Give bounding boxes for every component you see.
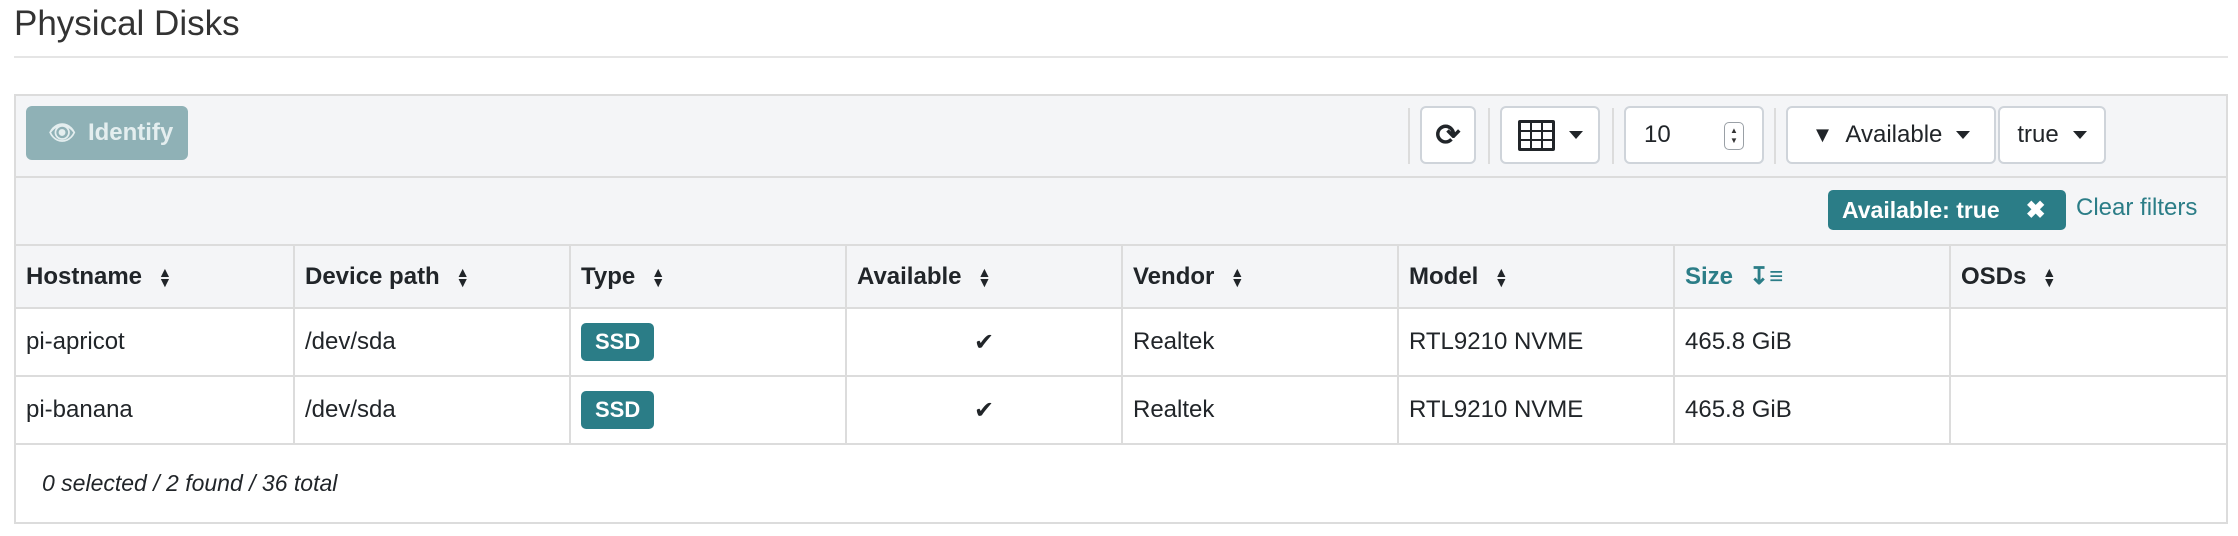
- column-label: Size: [1685, 263, 1734, 290]
- sort-icon: ▲ ▼: [158, 264, 172, 291]
- column-label: Model: [1409, 262, 1479, 290]
- sort-icon: ▲ ▼: [651, 264, 666, 291]
- columns-dropdown-button[interactable]: [1500, 106, 1600, 164]
- table-columns-icon: [1517, 119, 1555, 151]
- toolbar-divider: [1612, 108, 1614, 164]
- column-header-size[interactable]: Size ↧≡: [1674, 246, 1951, 309]
- column-header-model[interactable]: Model ▲ ▼: [1398, 246, 1675, 309]
- filter-icon: ▼: [1811, 122, 1834, 147]
- column-label: Available: [857, 262, 962, 290]
- page-size-value: 10: [1644, 121, 1671, 148]
- identify-label: Identify: [87, 119, 174, 146]
- cell-device-path: /dev/sda: [294, 308, 571, 377]
- chevron-down-icon: [2072, 131, 2087, 139]
- cell-osds: [1950, 308, 2226, 377]
- check-icon: ✔: [973, 396, 995, 424]
- column-header-available[interactable]: Available ▲ ▼: [846, 246, 1123, 309]
- column-header-hostname[interactable]: Hostname ▲ ▼: [16, 246, 295, 309]
- filter-value-label: true: [2017, 121, 2059, 148]
- cell-model: RTL9210 NVME: [1398, 308, 1675, 377]
- filter-column-label: Available: [1845, 121, 1943, 148]
- column-label: Type: [581, 262, 636, 290]
- column-label: Hostname: [26, 262, 143, 290]
- page-title: Physical Disks: [14, 4, 240, 43]
- cell-size: 465.8 GiB: [1674, 376, 1951, 445]
- eye-icon: 👁: [48, 120, 76, 145]
- cell-vendor: Realtek: [1122, 308, 1399, 377]
- toolbar-divider: [1488, 108, 1490, 164]
- table-header-row: Hostname ▲ ▼ Device path ▲ ▼ Type ▲ ▼ Availabl…: [16, 246, 2226, 309]
- check-icon: ✔: [973, 328, 995, 356]
- table-row[interactable]: pi-banana /dev/sda SSD ✔ Realtek RTL9210…: [16, 376, 2226, 445]
- sort-icon: ▲ ▼: [1494, 264, 1509, 291]
- page-size-stepper[interactable]: 10 ▲ ▼: [1624, 106, 1764, 164]
- table-toolbar: 👁 Identify ⟳ 10 ▲ ▼ ▼ Available true: [16, 96, 2226, 178]
- refresh-icon: ⟳: [1435, 118, 1461, 152]
- table-summary: 0 selected / 2 found / 36 total: [42, 470, 338, 496]
- column-label: OSDs: [1961, 262, 2027, 290]
- filter-chip-label: Available: true: [1842, 196, 2000, 223]
- cell-type: SSD: [570, 376, 847, 445]
- toolbar-divider: [1774, 108, 1776, 164]
- title-divider: [14, 56, 2228, 58]
- cell-size: 465.8 GiB: [1674, 308, 1951, 377]
- stepper-arrows-icon[interactable]: ▲ ▼: [1724, 122, 1744, 150]
- type-badge: SSD: [581, 323, 655, 361]
- cell-type: SSD: [570, 308, 847, 377]
- column-header-osds[interactable]: OSDs ▲ ▼: [1950, 246, 2226, 309]
- table-row[interactable]: pi-apricot /dev/sda SSD ✔ Realtek RTL921…: [16, 308, 2226, 377]
- filter-chip-available[interactable]: Available: true ✖: [1828, 190, 2066, 230]
- cell-hostname: pi-apricot: [16, 308, 295, 377]
- column-header-vendor[interactable]: Vendor ▲ ▼: [1122, 246, 1399, 309]
- disks-table-panel: 👁 Identify ⟳ 10 ▲ ▼ ▼ Available true Ava…: [14, 94, 2228, 524]
- column-header-type[interactable]: Type ▲ ▼: [570, 246, 847, 309]
- identify-button[interactable]: 👁 Identify: [26, 106, 188, 160]
- disks-table: Hostname ▲ ▼ Device path ▲ ▼ Type ▲ ▼ Availabl…: [16, 246, 2226, 445]
- cell-model: RTL9210 NVME: [1398, 376, 1675, 445]
- cell-hostname: pi-banana: [16, 376, 295, 445]
- sort-icon: ▲ ▼: [455, 264, 470, 291]
- toolbar-divider: [1408, 108, 1410, 164]
- column-header-device-path[interactable]: Device path ▲ ▼: [294, 246, 571, 309]
- sort-icon: ▲ ▼: [2042, 264, 2057, 291]
- refresh-button[interactable]: ⟳: [1420, 106, 1476, 164]
- chevron-down-icon: [1956, 131, 1971, 139]
- cell-osds: [1950, 376, 2226, 445]
- column-label: Device path: [305, 262, 440, 290]
- clear-filters-link[interactable]: Clear filters: [2076, 194, 2197, 222]
- sort-icon: ▲ ▼: [977, 264, 992, 291]
- sort-amount-desc-icon: ↧≡: [1749, 263, 1784, 290]
- column-label: Vendor: [1133, 262, 1215, 290]
- sort-icon: ▲ ▼: [1230, 264, 1245, 291]
- close-icon[interactable]: ✖: [2026, 196, 2046, 225]
- filter-column-dropdown[interactable]: ▼ Available: [1786, 106, 1996, 164]
- physical-disks-page: Physical Disks 👁 Identify ⟳ 10 ▲ ▼ ▼ Ava…: [0, 0, 2238, 536]
- cell-available: ✔: [846, 376, 1123, 445]
- type-badge: SSD: [581, 391, 655, 429]
- cell-device-path: /dev/sda: [294, 376, 571, 445]
- cell-vendor: Realtek: [1122, 376, 1399, 445]
- chevron-down-icon: [1568, 131, 1583, 139]
- filter-value-dropdown[interactable]: true: [1998, 106, 2106, 164]
- cell-available: ✔: [846, 308, 1123, 377]
